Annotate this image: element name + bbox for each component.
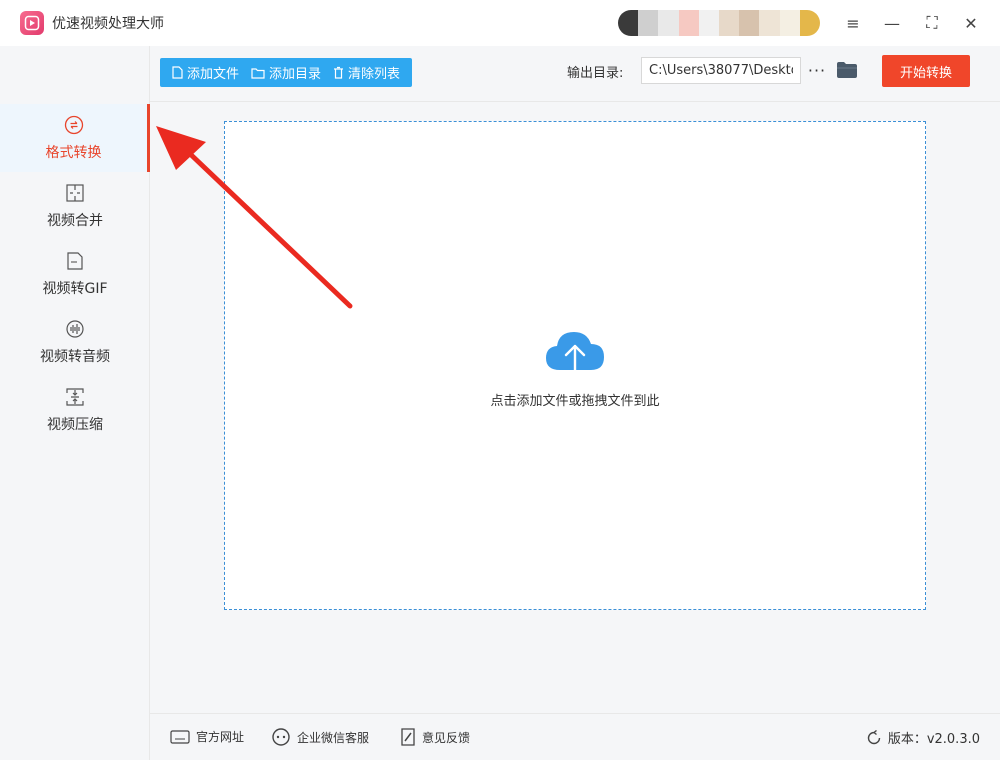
file-button-group: 添加文件 添加目录 清除列表 <box>160 58 413 87</box>
feedback-icon <box>401 728 415 746</box>
menu-icon[interactable]: ≡ <box>840 10 866 36</box>
wechat-icon <box>272 728 290 746</box>
sidebar-item-label: 视频合并 <box>47 213 103 229</box>
open-folder-icon[interactable] <box>836 60 858 80</box>
drop-hint-text: 点击添加文件或拖拽文件到此 <box>490 394 660 409</box>
sidebar-item-label: 格式转换 <box>45 145 102 161</box>
play-icon <box>24 15 40 31</box>
app-logo <box>20 11 44 35</box>
format-convert-icon <box>63 114 85 136</box>
output-dir-label: 输出目录: <box>567 66 624 81</box>
add-directory-button[interactable]: 添加目录 <box>245 58 327 87</box>
sidebar-item-video-compress[interactable]: 视频压缩 <box>0 376 150 444</box>
feedback-link[interactable]: 意见反馈 <box>400 728 470 746</box>
refresh-icon <box>867 729 881 744</box>
more-options-button[interactable]: ··· <box>806 57 828 83</box>
toolbar: 添加文件 添加目录 清除列表 输出目录: ··· 开始转换 <box>150 46 1000 102</box>
user-avatar[interactable] <box>618 10 820 36</box>
close-icon[interactable]: ✕ <box>958 10 984 36</box>
file-icon <box>172 66 183 79</box>
video-merge-icon <box>64 182 86 204</box>
output-dir-field[interactable] <box>641 57 801 84</box>
footer: 官方网址 企业微信客服 意见反馈 版本：v2.0.3.0 <box>150 713 1000 760</box>
start-convert-button[interactable]: 开始转换 <box>882 55 970 87</box>
sidebar-item-label: 视频压缩 <box>47 417 103 433</box>
gif-icon <box>64 250 86 272</box>
sidebar-item-video-to-audio[interactable]: 视频转音频 <box>0 308 150 376</box>
audio-icon <box>64 318 86 340</box>
clear-list-button[interactable]: 清除列表 <box>327 58 406 87</box>
minimize-icon[interactable]: — <box>879 10 905 36</box>
annotation-arrow-icon <box>156 126 353 309</box>
sidebar-item-label: 视频转GIF <box>42 281 108 297</box>
title-bar: 优速视频处理大师 ≡ — ⛶ ✕ <box>0 0 1000 46</box>
compress-icon <box>64 386 86 408</box>
folder-icon <box>251 67 265 79</box>
sidebar: 格式转换 视频合并 视频转GIF 视频转音频 视频压缩 <box>0 46 150 760</box>
website-icon <box>170 729 190 744</box>
app-title: 优速视频处理大师 <box>52 16 164 32</box>
sidebar-item-video-merge[interactable]: 视频合并 <box>0 172 150 240</box>
wechat-service-link[interactable]: 企业微信客服 <box>271 728 369 746</box>
maximize-icon[interactable]: ⛶ <box>919 10 945 36</box>
version-info: 版本：v2.0.3.0 <box>866 728 980 747</box>
trash-icon <box>334 66 344 79</box>
add-file-button[interactable]: 添加文件 <box>166 58 245 87</box>
sidebar-item-label: 视频转音频 <box>40 349 110 365</box>
sidebar-item-format-convert[interactable]: 格式转换 <box>0 104 150 172</box>
sidebar-item-video-to-gif[interactable]: 视频转GIF <box>0 240 150 308</box>
official-website-link[interactable]: 官方网址 <box>170 728 244 745</box>
cloud-upload-icon <box>546 332 604 382</box>
